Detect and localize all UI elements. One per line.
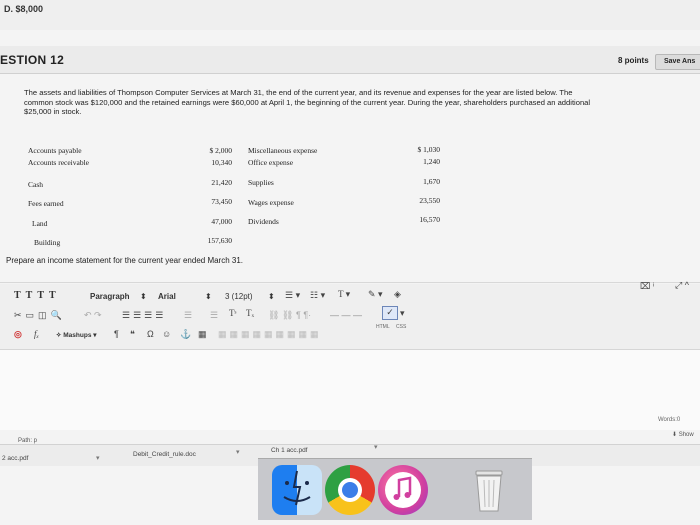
account-value: 21,420 xyxy=(211,178,232,187)
cut-copy-paste-icons[interactable]: ✂▭◫🔍 xyxy=(14,310,66,321)
account-name: Fees earned xyxy=(28,199,64,208)
font-family-select[interactable]: Arial xyxy=(158,292,176,301)
account-value: 23,550 xyxy=(419,196,440,205)
html-button[interactable]: HTML xyxy=(376,324,390,330)
align-icons[interactable]: ☰☰☰☰ xyxy=(122,310,166,321)
account-name: Office expense xyxy=(248,158,294,167)
account-value: 73,450 xyxy=(211,197,232,206)
itunes-icon[interactable] xyxy=(378,465,428,515)
trash-can-icon xyxy=(475,470,503,512)
finder-icon[interactable] xyxy=(272,465,322,515)
answer-text-area[interactable] xyxy=(0,350,700,430)
checkmark-icon[interactable]: ✓ xyxy=(382,306,398,320)
prompt-line: $25,000 in stock. xyxy=(24,107,82,116)
expand-icon[interactable]: ⤢ ^ xyxy=(675,280,689,291)
quote-icon[interactable]: ❝ xyxy=(130,329,135,340)
word-count: Words:0 xyxy=(658,417,681,423)
prompt-line: The assets and liabilities of Thompson C… xyxy=(24,88,573,97)
account-name: Accounts receivable xyxy=(28,158,90,167)
chrome-center-icon xyxy=(342,482,358,498)
finder-face-icon xyxy=(283,470,311,506)
record-icon[interactable]: ◎ xyxy=(14,329,22,340)
highlight-icon[interactable]: ✎ ▾ xyxy=(368,289,383,300)
numbered-list-icon[interactable]: ☷ ▾ xyxy=(310,290,325,301)
download-item[interactable]: Ch 1 acc.pdf xyxy=(271,447,308,454)
font-size-select[interactable]: 3 (12pt) xyxy=(225,292,253,301)
text-color-icon[interactable]: T ▾ xyxy=(338,289,350,300)
instruction-text: Prepare an income statement for the curr… xyxy=(6,256,244,265)
text-style-buttons[interactable]: TTTT xyxy=(14,290,61,301)
bullet-list-icon[interactable]: ☰ ▾ xyxy=(285,290,300,301)
account-name: Building xyxy=(34,238,61,247)
question-title: ESTION 12 xyxy=(0,53,65,67)
account-name: Miscellaneous expense xyxy=(248,146,318,155)
account-value: 1,240 xyxy=(423,157,440,166)
save-answer-button[interactable]: Save Ans xyxy=(655,54,700,70)
chevron-updown-icon[interactable]: ⬍ xyxy=(268,292,275,301)
account-value: 157,630 xyxy=(207,236,232,245)
question-prompt: The assets and liabilities of Thompson C… xyxy=(24,88,700,117)
account-name: Dividends xyxy=(248,217,279,226)
paragraph-direction-icons[interactable]: ¶ ¶· xyxy=(296,310,311,320)
chevron-updown-icon[interactable]: ⬍ xyxy=(205,292,212,301)
horizontal-rule-icons[interactable]: — — — xyxy=(330,310,362,320)
spellcheck-icon[interactable]: ⌧ ⁱ xyxy=(640,281,654,292)
table-icon[interactable]: ▦ xyxy=(198,329,207,340)
prompt-line: common stock was $120,000 and the retain… xyxy=(24,97,591,107)
account-name: Land xyxy=(32,219,48,228)
css-button[interactable]: CSS xyxy=(396,324,406,330)
show-label: Show xyxy=(678,432,694,438)
format-block-select[interactable]: Paragraph xyxy=(90,292,130,301)
question-header-bar xyxy=(0,46,700,74)
chevron-down-icon[interactable]: ▾ xyxy=(400,308,405,319)
indent-icon[interactable]: ☰ xyxy=(184,310,192,321)
show-button[interactable]: ⬇ Show xyxy=(672,431,694,438)
account-value: $ 2,000 xyxy=(209,146,233,155)
account-name: Supplies xyxy=(248,178,274,187)
account-name: Wages expense xyxy=(248,198,294,207)
account-value: 16,570 xyxy=(419,215,440,224)
subscript-icon[interactable]: Tₓ xyxy=(246,308,254,318)
emoji-icon[interactable]: ☺ xyxy=(162,329,171,339)
link-icons[interactable]: ⛓ ⛓ xyxy=(268,310,293,321)
points-badge: 8 points xyxy=(618,56,649,65)
outdent-icon[interactable]: ☰ xyxy=(210,310,218,321)
account-name: Cash xyxy=(28,180,43,189)
download-item[interactable]: 2 acc.pdf xyxy=(2,455,28,462)
mashups-menu[interactable]: ✧ Mashups ▾ xyxy=(56,331,97,339)
account-value: 47,000 xyxy=(211,217,232,226)
download-item[interactable]: Debit_Credit_rule.doc xyxy=(133,451,196,458)
previous-question-area xyxy=(0,0,700,30)
download-icon: ⬇ xyxy=(672,432,678,438)
formula-icon[interactable]: fₓ xyxy=(34,329,39,339)
mashups-icon: ✧ xyxy=(56,332,62,339)
pilcrow-icon[interactable]: ¶ xyxy=(114,329,119,339)
trash-icon[interactable] xyxy=(464,465,514,515)
chevron-updown-icon[interactable]: ⬍ xyxy=(140,292,147,301)
account-value: 1,670 xyxy=(423,177,440,186)
special-char-icon[interactable]: Ω xyxy=(147,329,154,339)
undo-redo-icons[interactable]: ↶ ↷ xyxy=(84,310,102,321)
chevron-down-icon[interactable]: ▾ xyxy=(96,454,100,462)
chevron-down-icon[interactable]: ▾ xyxy=(236,448,240,456)
mashups-label: Mashups xyxy=(63,332,92,339)
account-value: $ 1,030 xyxy=(417,145,441,154)
chevron-down-icon[interactable]: ▾ xyxy=(374,443,378,451)
music-note-icon xyxy=(385,472,421,508)
table-tools-icons[interactable]: ▦▦▦▦▦▦▦▦▦ xyxy=(218,329,322,340)
superscript-icon[interactable]: Tˢ xyxy=(229,308,236,318)
eraser-icon[interactable]: ◈ xyxy=(394,289,401,300)
account-name: Accounts payable xyxy=(28,146,82,155)
anchor-icon[interactable]: ⚓ xyxy=(180,329,191,340)
previous-answer-option[interactable]: D. $8,000 xyxy=(4,4,43,14)
account-value: 10,340 xyxy=(211,158,232,167)
